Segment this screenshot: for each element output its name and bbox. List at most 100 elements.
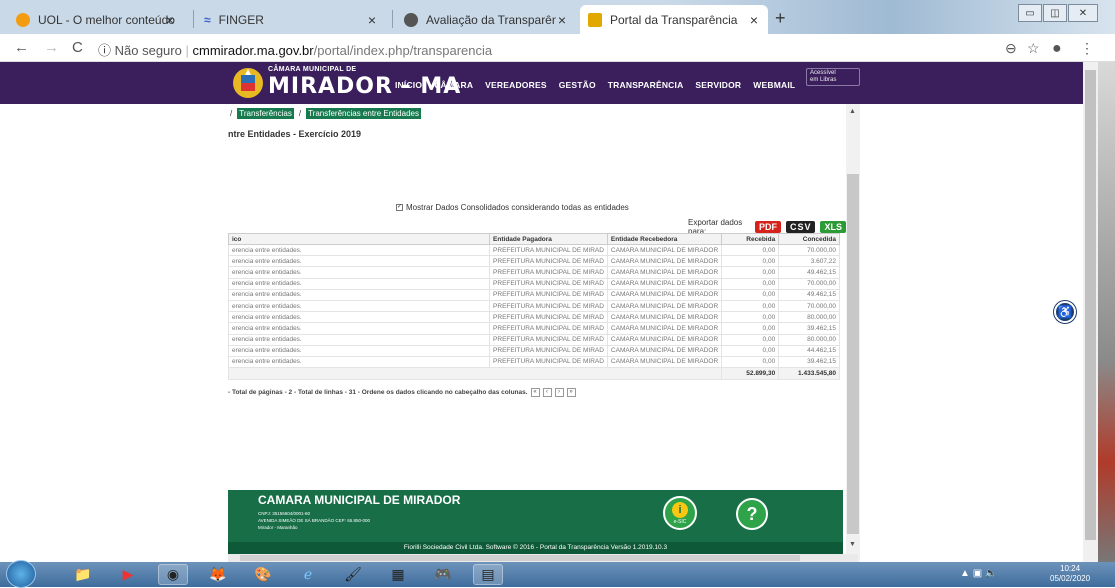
consolidated-option[interactable]: ✓ Mostrar Dados Consolidados considerand…: [396, 203, 629, 212]
browser-scroll-thumb[interactable]: [1085, 70, 1096, 540]
menu-icon[interactable]: ⋮: [1080, 40, 1094, 57]
close-window-icon[interactable]: ✕: [1068, 4, 1098, 22]
close-icon[interactable]: ×: [368, 12, 376, 28]
tab-avaliacao[interactable]: Avaliação da Transparência dos ×: [396, 5, 576, 34]
iframe-vertical-scrollbar[interactable]: ▲ ▼: [846, 104, 860, 562]
cell-recebida: 0,00: [721, 299, 780, 313]
cell-historico: erencia entre entidades.: [228, 243, 491, 257]
menu-webmail[interactable]: WEBMAIL: [753, 80, 795, 90]
menu-vereadores[interactable]: VEREADORES: [485, 80, 547, 90]
calculator-icon[interactable]: ▦: [383, 564, 413, 585]
cell-pagadora: PREFEITURA MUNICIPAL DE MIRAD: [489, 266, 608, 279]
profile-icon[interactable]: ●: [1052, 40, 1062, 58]
last-page-icon[interactable]: »: [566, 388, 576, 397]
cell-pagadora: PREFEITURA MUNICIPAL DE MIRAD: [489, 288, 608, 301]
menu-transparencia[interactable]: TRANSPARÊNCIA: [608, 80, 684, 90]
footer-copyright: Fiorilli Sociedade Civil Ltda. Software …: [228, 542, 843, 554]
start-button[interactable]: [6, 560, 36, 588]
cell-historico: erencia entre entidades.: [228, 288, 491, 301]
menu-gestao[interactable]: GESTÃO: [559, 80, 596, 90]
close-icon[interactable]: ×: [750, 12, 758, 28]
page-viewport: CÂMARA MUNICIPAL DE MIRADOR - MA INÍCIO …: [0, 62, 1083, 562]
tab-label: Avaliação da Transparência dos: [426, 12, 556, 27]
transfers-table: ico Entidade Pagadora Entidade Recebedor…: [228, 233, 840, 381]
chrome-icon[interactable]: ◉: [158, 564, 188, 585]
brush-icon[interactable]: 🖌: [338, 564, 368, 585]
explorer-icon[interactable]: 📁: [68, 564, 98, 585]
col-historico[interactable]: ico: [228, 233, 491, 245]
esic-button[interactable]: i e-SIC: [663, 496, 697, 530]
url-field[interactable]: ⓘ Não seguro | cmmirador.ma.gov.br/porta…: [98, 40, 492, 59]
volume-icon[interactable]: 🔈: [985, 568, 997, 579]
cell-recebida: 0,00: [721, 266, 780, 279]
taskbar-clock[interactable]: 10:24 05/02/2020: [1050, 564, 1090, 584]
help-icon[interactable]: ?: [736, 498, 768, 530]
cell-concedida: 49.462,15: [778, 266, 840, 279]
tab-uol[interactable]: UOL - O melhor conteúdo ×: [8, 5, 184, 34]
scroll-thumb[interactable]: [847, 174, 859, 534]
cell-concedida: 70.000,00: [778, 243, 840, 257]
col-pagadora[interactable]: Entidade Pagadora: [489, 233, 608, 245]
zoom-icon[interactable]: ⊖: [1005, 40, 1017, 57]
new-tab-icon[interactable]: +: [775, 8, 786, 29]
menu-camara[interactable]: CÂMARA: [434, 80, 473, 90]
cell-concedida: 80.000,00: [778, 333, 840, 346]
network-icon[interactable]: ▣: [973, 568, 982, 579]
next-page-icon[interactable]: ›: [554, 388, 564, 397]
close-icon[interactable]: ×: [558, 12, 566, 28]
checkbox-icon[interactable]: ✓: [396, 204, 403, 211]
spreadsheet-icon[interactable]: ▤: [473, 564, 503, 585]
info-icon[interactable]: ⓘ: [98, 43, 111, 58]
accessibility-icon[interactable]: ♿: [1054, 301, 1076, 323]
app-icon[interactable]: 🎮: [428, 564, 458, 585]
firefox-icon[interactable]: 🦊: [203, 564, 233, 585]
reload-icon[interactable]: C: [72, 39, 83, 56]
scroll-up-icon[interactable]: ▲: [849, 108, 856, 115]
footer-name: CAMARA MUNICIPAL DE MIRADOR: [258, 493, 461, 507]
browser-vertical-scrollbar[interactable]: [1083, 62, 1098, 562]
cell-concedida: 44.462,15: [778, 344, 840, 357]
col-recebedora[interactable]: Entidade Recebedora: [606, 233, 723, 245]
menu-inicio[interactable]: INÍCIO: [395, 80, 422, 90]
tab-label: FINGER: [218, 12, 264, 27]
libras-button[interactable]: Acessível em Libras: [806, 68, 860, 86]
url-security-label: Não seguro: [114, 43, 182, 58]
first-page-icon[interactable]: «: [530, 388, 540, 397]
esic-label: e-SIC: [673, 519, 687, 525]
close-icon[interactable]: ×: [166, 12, 174, 28]
breadcrumb-transferencias[interactable]: Transferências: [237, 108, 294, 119]
export-xls-button[interactable]: XLS: [820, 221, 846, 233]
prev-page-icon[interactable]: ‹: [542, 388, 552, 397]
uol-favicon-icon: [16, 12, 30, 27]
cell-concedida: 39.462,15: [778, 322, 840, 335]
table-row: erencia entre entidades. PREFEITURA MUNIC…: [228, 243, 840, 257]
tab-finger[interactable]: ≈ FINGER ×: [196, 5, 386, 34]
minimize-icon[interactable]: ▭: [1018, 4, 1042, 22]
hscroll-thumb[interactable]: [240, 555, 800, 561]
forward-icon[interactable]: →: [44, 39, 59, 56]
media-player-icon[interactable]: ▶: [113, 564, 143, 585]
cell-recebida: 0,00: [721, 355, 780, 369]
paint-icon[interactable]: 🎨: [248, 564, 278, 585]
table-row: erencia entre entidades. PREFEITURA MUNIC…: [228, 355, 840, 369]
scroll-down-icon[interactable]: ▼: [849, 541, 856, 548]
tab-portal-transparencia[interactable]: Portal da Transparência ×: [580, 5, 768, 34]
col-concedida[interactable]: Concedida: [778, 233, 840, 245]
iframe-horizontal-scrollbar[interactable]: [228, 554, 858, 562]
table-row: erencia entre entidades. PREFEITURA MUNIC…: [228, 255, 840, 268]
export-csv-button[interactable]: CSV: [785, 221, 816, 233]
breadcrumb-entre-entidades[interactable]: Transferências entre Entidades: [306, 108, 421, 119]
cell-recebida: 0,00: [721, 288, 780, 301]
tab-separator: [392, 10, 393, 28]
menu-servidor[interactable]: SERVIDOR: [695, 80, 741, 90]
internet-explorer-icon[interactable]: ℯ: [293, 564, 323, 585]
tab-label: Portal da Transparência: [610, 12, 738, 27]
col-recebida[interactable]: Recebida: [721, 233, 780, 245]
export-pdf-button[interactable]: PDF: [754, 221, 781, 233]
star-icon[interactable]: ☆: [1027, 40, 1040, 57]
tray-expand-icon[interactable]: ▲: [960, 568, 970, 579]
maximize-icon[interactable]: ◫: [1043, 4, 1067, 22]
back-icon[interactable]: ←: [14, 39, 29, 56]
cell-historico: erencia entre entidades.: [228, 333, 491, 346]
cell-pagadora: PREFEITURA MUNICIPAL DE MIRAD: [489, 311, 608, 324]
